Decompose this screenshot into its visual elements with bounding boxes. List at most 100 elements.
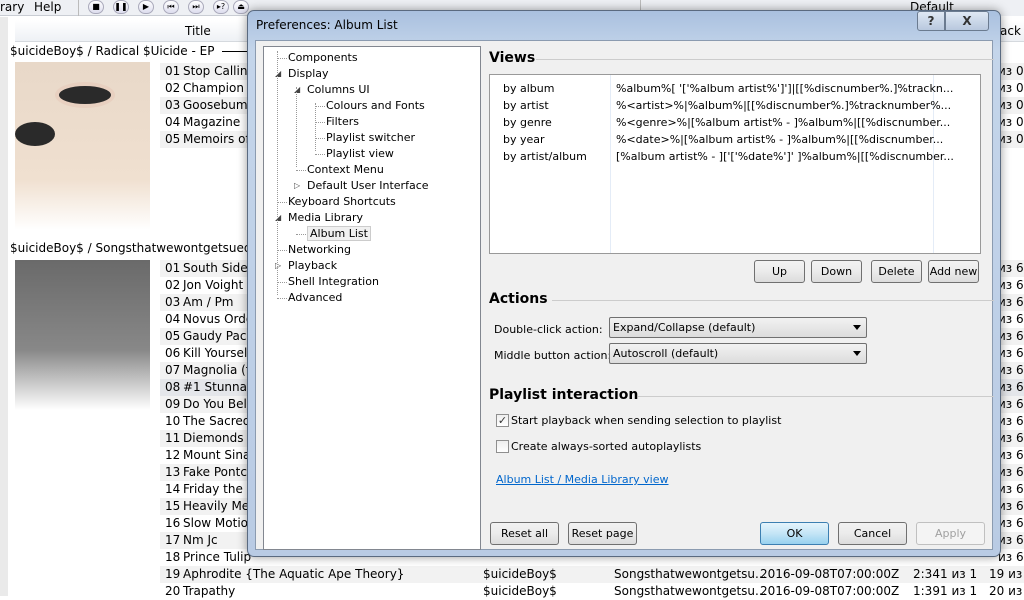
track-title: Kill Yourself [183, 346, 252, 360]
cancel-button[interactable]: Cancel [838, 522, 907, 545]
views-list[interactable]: by album %album%[ '['%album artist%']']|[… [489, 74, 981, 254]
track-track: из 6 [998, 516, 1024, 530]
tree-item-components[interactable]: Components [288, 51, 358, 64]
track-number: 03 [165, 98, 181, 112]
menu-library[interactable]: rary [0, 0, 24, 14]
track-track: из 6 [998, 431, 1024, 445]
track-title: Magazine [183, 115, 241, 129]
track-artist: $uicideBoy$ [483, 567, 557, 581]
start-playback-checkbox[interactable]: ✓ [496, 414, 509, 427]
tree-item-media-library[interactable]: Media Library [288, 211, 363, 224]
eject-button[interactable]: ⏏ [233, 0, 249, 14]
track-track: из 6 [998, 295, 1024, 309]
autoplaylists-label[interactable]: Create always-sorted autoplaylists [511, 440, 701, 453]
tree-item-colours-and-fonts[interactable]: Colours and Fonts [326, 99, 425, 112]
tree-item-shell-integration[interactable]: Shell Integration [288, 275, 379, 288]
help-button[interactable]: ? [917, 11, 945, 31]
stop-button[interactable]: ■ [88, 0, 104, 14]
track-title: Am / Pm [183, 295, 234, 309]
tree-item-columns-ui[interactable]: Columns UI [307, 83, 370, 96]
track-title: Memoirs of [183, 132, 250, 146]
view-row[interactable]: by artist %<artist>%|%album%|[[%discnumbe… [490, 98, 951, 115]
tree-connector [296, 87, 297, 167]
expand-toggle-icon[interactable]: ▷ [294, 181, 300, 190]
middle-button-select[interactable]: Autoscroll (default) [609, 343, 867, 364]
track-number: 01 [165, 261, 181, 275]
preferences-tree[interactable]: Components ◢ Display ◢ Columns UI Colours and… [263, 46, 481, 550]
tree-item-playback[interactable]: Playback [288, 259, 337, 272]
tree-item-context-menu[interactable]: Context Menu [307, 163, 384, 176]
next-button[interactable]: ⏭ [188, 0, 204, 14]
track-track: из 6 [998, 261, 1024, 275]
view-row[interactable]: by year %<date>%|[%album artist% - ]%albu… [490, 132, 943, 149]
expand-toggle-icon[interactable]: ◢ [294, 85, 300, 94]
expand-toggle-icon[interactable]: ◢ [275, 69, 281, 78]
down-button[interactable]: Down [811, 260, 862, 283]
menu-help[interactable]: Help [34, 0, 61, 14]
track-number: 02 [165, 81, 181, 95]
track-track: из 6 [998, 329, 1024, 343]
random-button[interactable]: ▸? [213, 0, 229, 14]
tree-item-keyboard-shortcuts[interactable]: Keyboard Shortcuts [288, 195, 396, 208]
play-button[interactable]: ▶ [138, 0, 154, 14]
previous-button[interactable]: ⏮ [163, 0, 179, 14]
track-date: 2016-09-08T07:00:00Z [760, 567, 900, 581]
view-name: by year [503, 133, 545, 146]
tree-item-album-list[interactable]: Album List [307, 226, 371, 241]
album-art [15, 62, 150, 230]
album-list-link[interactable]: Album List / Media Library view [496, 473, 669, 486]
tree-item-playlist-view[interactable]: Playlist view [326, 147, 394, 160]
track-number: 04 [165, 312, 181, 326]
tree-connector [277, 298, 287, 299]
tree-item-filters[interactable]: Filters [326, 115, 359, 128]
up-button[interactable]: Up [754, 260, 805, 283]
double-click-label: Double-click action: [494, 323, 603, 336]
tree-item-default-user-interface[interactable]: Default User Interface [307, 179, 429, 192]
play-icon: ▶ [142, 2, 150, 11]
column-track[interactable]: ack [1000, 24, 1021, 38]
reset-all-button[interactable]: Reset all [490, 522, 559, 545]
dialog-title: Preferences: Album List [256, 18, 398, 32]
tree-item-playlist-switcher[interactable]: Playlist switcher [326, 131, 415, 144]
track-title: Champion o [183, 81, 256, 95]
tree-connector [315, 122, 325, 123]
eject-icon: ⏏ [237, 2, 245, 11]
tree-item-networking[interactable]: Networking [288, 243, 351, 256]
track-number: 03 [165, 295, 181, 309]
stop-icon: ■ [92, 2, 100, 11]
add-new-button[interactable]: Add new [928, 260, 979, 283]
delete-button[interactable]: Delete [871, 260, 922, 283]
view-row[interactable]: by genre %<genre>%|[%album artist% - ]%al… [490, 115, 950, 132]
double-click-select[interactable]: Expand/Collapse (default) [609, 317, 867, 338]
reset-page-button[interactable]: Reset page [568, 522, 637, 545]
tree-item-display[interactable]: Display [288, 67, 329, 80]
track-number: 05 [165, 132, 181, 146]
tree-item-advanced[interactable]: Advanced [288, 291, 342, 304]
expand-toggle-icon[interactable]: ◢ [275, 213, 281, 222]
track-number: 13 [165, 465, 181, 479]
track-title: Diemonds [183, 431, 244, 445]
track-row[interactable]: 19 Aphrodite {The Aquatic Ape Theory} $uic… [160, 566, 1024, 583]
expand-toggle-icon[interactable]: ▷ [275, 261, 281, 270]
track-number: 04 [165, 115, 181, 129]
autoplaylists-checkbox[interactable] [496, 440, 509, 453]
column-title[interactable]: Title [185, 24, 211, 38]
tree-connector [277, 202, 287, 203]
track-number: 12 [165, 448, 181, 462]
dialog-body: Components ◢ Display ◢ Columns UI Colours and… [255, 40, 994, 550]
actions-heading: Actions [489, 291, 548, 307]
apply-button[interactable]: Apply [916, 522, 985, 545]
track-title: Slow Motion [183, 516, 256, 530]
start-playback-label[interactable]: Start playback when sending selection to… [511, 414, 781, 427]
pause-icon: ❚❚ [114, 2, 128, 11]
ok-button[interactable]: OK [760, 522, 829, 545]
track-track: из 0 [998, 132, 1024, 146]
tree-connector [315, 138, 325, 139]
track-title: The Sacred [183, 414, 251, 428]
track-row[interactable]: 20 Trapathy $uicideBoy$ Songsthatwewontgets… [160, 583, 1024, 600]
view-row[interactable]: by artist/album [%album artist% - ]['['%d… [490, 149, 954, 166]
view-row[interactable]: by album %album%[ '['%album artist%']']|[… [490, 81, 953, 98]
close-button[interactable]: X [945, 11, 989, 31]
track-track: из 6 [998, 397, 1024, 411]
pause-button[interactable]: ❚❚ [113, 0, 129, 14]
